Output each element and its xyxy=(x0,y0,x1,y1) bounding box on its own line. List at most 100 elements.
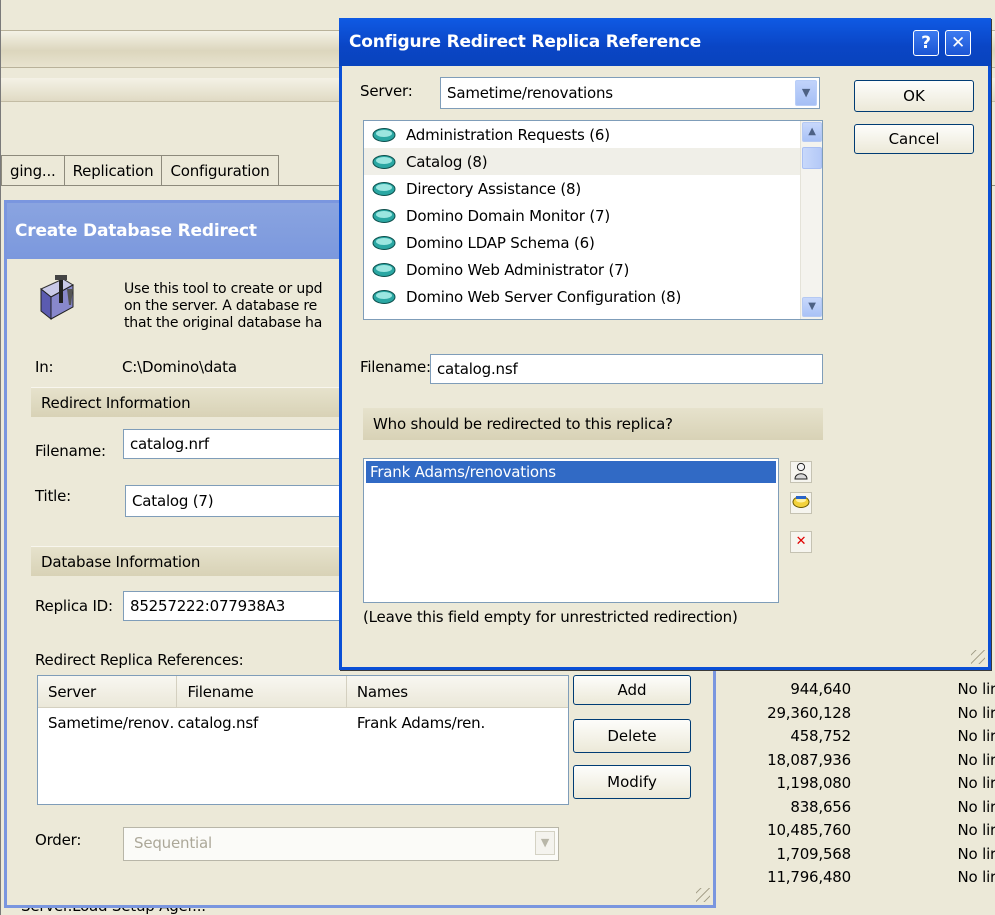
delete-x-icon: ✕ xyxy=(795,534,807,549)
database-tool-icon xyxy=(37,275,77,323)
in-path: C:\Domino\data xyxy=(122,358,237,376)
replica-id-field[interactable]: 85257222:077938A3 xyxy=(123,591,363,621)
database-name: Directory Assistance (8) xyxy=(406,179,582,198)
list-item[interactable]: Catalog (8) xyxy=(364,148,822,175)
size-cell: 838,656 xyxy=(790,797,851,816)
filename-field[interactable]: catalog.nrf xyxy=(123,429,363,459)
redirect-hint: (Leave this field empty for unrestricted… xyxy=(363,608,738,626)
filename-label: Filename: xyxy=(360,358,431,376)
list-item[interactable]: Directory Assistance (8) xyxy=(364,175,822,202)
chevron-down-icon: ▼ xyxy=(535,831,555,855)
limit-cell: No lir xyxy=(957,703,995,722)
title-field[interactable]: Catalog (7) xyxy=(125,485,365,517)
delete-button[interactable]: Delete xyxy=(573,719,691,753)
table-row[interactable]: Sametime/renov․ catalog.nsf Frank Adams/… xyxy=(38,708,568,738)
replica-id-label: Replica ID: xyxy=(35,597,113,615)
column-header-names[interactable]: Names xyxy=(347,676,568,707)
description-line: Use this tool to create or upd xyxy=(124,281,323,297)
table-row: 1,709,568 No lir xyxy=(701,843,995,867)
row-filename: catalog.nsf xyxy=(177,714,259,732)
scroll-up-icon[interactable]: ▲ xyxy=(802,122,822,142)
scroll-thumb[interactable] xyxy=(802,147,822,169)
table-row: 11,796,480 No lir xyxy=(701,866,995,890)
database-icon xyxy=(372,127,396,143)
references-label: Redirect Replica References: xyxy=(35,651,244,669)
help-button[interactable]: ? xyxy=(913,30,939,56)
column-header-server[interactable]: Server xyxy=(38,676,178,707)
modify-button[interactable]: Modify xyxy=(573,765,691,799)
database-name: Catalog (8) xyxy=(406,152,488,171)
server-select[interactable]: Sametime/renovations ▼ xyxy=(440,77,820,109)
limit-cell: No lir xyxy=(957,797,995,816)
table-row: 1,198,080 No lir xyxy=(701,772,995,796)
filename-field[interactable]: catalog.nsf xyxy=(430,354,823,384)
size-cell: 1,198,080 xyxy=(776,774,851,792)
order-select[interactable]: Sequential ▼ xyxy=(123,827,559,861)
chevron-down-icon[interactable]: ▼ xyxy=(795,80,817,106)
add-button[interactable]: Add xyxy=(573,675,691,705)
list-item[interactable]: Domino Domain Monitor (7) xyxy=(364,202,822,229)
address-book-button[interactable] xyxy=(790,492,812,514)
close-button[interactable]: ✕ xyxy=(945,30,971,56)
add-person-button[interactable] xyxy=(790,461,812,483)
list-item[interactable]: Domino Web Server Configuration (8) xyxy=(364,283,822,310)
table-row: 944,640 No lir xyxy=(701,678,995,702)
limit-cell: No lir xyxy=(957,844,995,863)
tab-configuration[interactable]: Configuration xyxy=(161,155,279,185)
background-size-column: 944,640 No lir 29,360,128 No lir 458,752 No… xyxy=(701,678,995,890)
server-value: Sametime/renovations xyxy=(447,84,613,102)
database-icon xyxy=(372,208,396,224)
ok-button[interactable]: OK xyxy=(854,80,974,112)
database-icon xyxy=(372,154,396,170)
database-name: Administration Requests (6) xyxy=(406,125,610,144)
person-icon xyxy=(794,462,808,480)
redirect-who-header: Who should be redirected to this replica… xyxy=(363,408,823,440)
dialog-description: Use this tool to create or upd on the se… xyxy=(124,281,323,332)
table-row: 18,087,936 No lir xyxy=(701,749,995,773)
title-label: Title: xyxy=(35,487,71,505)
column-header-filename[interactable]: Filename xyxy=(177,676,347,707)
size-cell: 944,640 xyxy=(790,680,851,698)
description-line: on the server. A database re xyxy=(124,298,318,314)
size-cell: 29,360,128 xyxy=(767,703,851,722)
remove-name-button[interactable]: ✕ xyxy=(790,531,812,553)
resize-grip[interactable] xyxy=(971,650,985,664)
row-names: Frank Adams/ren․ xyxy=(356,714,486,732)
scroll-down-icon[interactable]: ▼ xyxy=(802,297,822,317)
table-row: 10,485,760 No lir xyxy=(701,819,995,843)
list-item[interactable]: Domino Web Administrator (7) xyxy=(364,256,822,283)
resize-grip[interactable] xyxy=(696,888,710,902)
size-cell: 18,087,936 xyxy=(767,750,851,769)
limit-cell: No lir xyxy=(957,680,995,698)
database-name: Domino Web Server Configuration (8) xyxy=(406,287,682,306)
filename-label: Filename: xyxy=(35,442,106,460)
size-cell: 458,752 xyxy=(790,727,851,745)
table-row: 29,360,128 No lir xyxy=(701,702,995,726)
configure-replica-reference-dialog: Configure Redirect Replica Reference ? ✕… xyxy=(339,18,991,670)
limit-cell: No lir xyxy=(957,821,995,839)
references-table[interactable]: Server Filename Names Sametime/renov․ ca… xyxy=(37,675,569,805)
database-icon xyxy=(372,289,396,305)
list-item[interactable]: Administration Requests (6) xyxy=(364,121,822,148)
cancel-button[interactable]: Cancel xyxy=(854,124,974,154)
table-row: 838,656 No lir xyxy=(701,796,995,820)
database-list[interactable]: Administration Requests (6) Catalog (8) … xyxy=(363,120,823,320)
tab-messaging[interactable]: ging... xyxy=(1,155,65,185)
order-label: Order: xyxy=(35,831,82,849)
list-item[interactable]: Domino LDAP Schema (6) xyxy=(364,229,822,256)
limit-cell: No lir xyxy=(957,750,995,769)
database-icon xyxy=(372,262,396,278)
names-list[interactable]: Frank Adams/renovations xyxy=(363,458,779,603)
list-item[interactable]: Frank Adams/renovations xyxy=(366,461,776,483)
dialog-title[interactable]: Configure Redirect Replica Reference xyxy=(339,18,991,66)
database-name: Domino LDAP Schema (6) xyxy=(406,233,595,252)
size-cell: 1,709,568 xyxy=(776,844,851,863)
in-label: In: xyxy=(35,358,54,376)
limit-cell: No lir xyxy=(957,868,995,886)
order-value: Sequential xyxy=(134,834,212,852)
database-list-scrollbar[interactable]: ▲ ▼ xyxy=(800,121,822,319)
server-label: Server: xyxy=(360,82,413,100)
database-name: Domino Domain Monitor (7) xyxy=(406,206,610,225)
tab-replication[interactable]: Replication xyxy=(63,155,163,185)
table-header: Server Filename Names xyxy=(38,676,568,708)
